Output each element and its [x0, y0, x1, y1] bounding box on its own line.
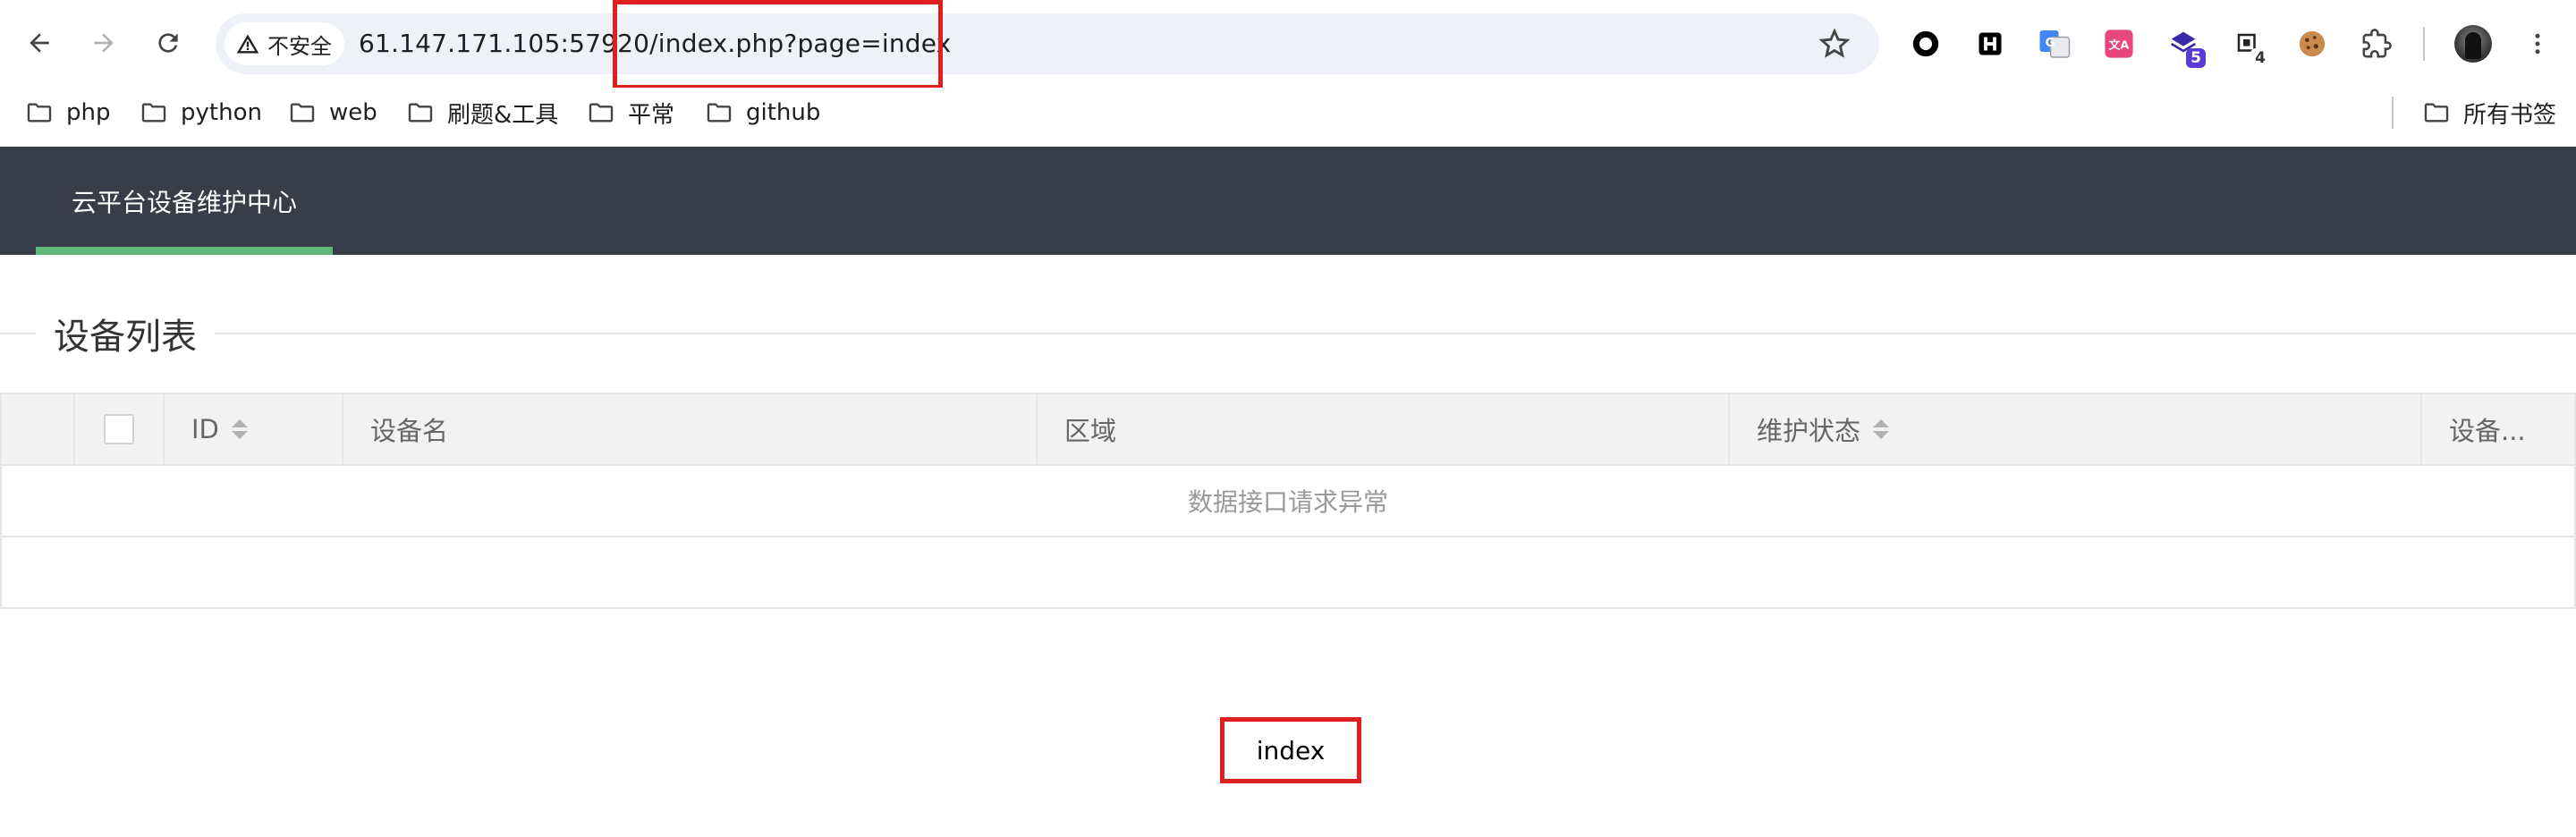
folder-icon — [707, 103, 732, 123]
folder-icon — [141, 103, 166, 123]
extension-circle-record[interactable] — [1905, 23, 1946, 64]
forward-button[interactable] — [82, 21, 125, 64]
column-header-label: 设备... — [2449, 416, 2526, 446]
table-header: ID 设备名 区域 维护状态 设备... — [2, 394, 2574, 466]
folder-icon — [408, 103, 433, 123]
select-all-checkbox[interactable] — [104, 414, 134, 444]
device-table: ID 设备名 区域 维护状态 设备... 数据接口请求异常 — [0, 393, 2576, 609]
translate-icon: G — [2039, 30, 2071, 58]
svg-text:文A: 文A — [2109, 38, 2130, 53]
arrow-right-icon — [94, 33, 114, 53]
bookmark-folder-tools[interactable]: 刷题&工具 — [406, 93, 558, 132]
column-header-label: 维护状态 — [1757, 416, 1861, 446]
bookmark-folder-python[interactable]: python — [140, 93, 262, 132]
extension-stack[interactable]: 5 — [2163, 23, 2206, 68]
section-title-line-left — [0, 333, 36, 334]
bookmarks-bar: php python web 刷题&工具 平常 github 所有书签 — [0, 88, 2576, 147]
reload-icon — [158, 33, 178, 53]
back-button[interactable] — [18, 21, 61, 64]
bookmark-label: python — [181, 99, 262, 126]
zh-a-icon: 文A — [2105, 30, 2133, 58]
address-bar[interactable]: 不安全 61.147.171.105:57920/index.php?page=… — [216, 13, 1879, 74]
warning-icon — [236, 34, 259, 54]
bookmark-label: 刷题&工具 — [447, 101, 559, 129]
bookmarks-divider — [2392, 97, 2394, 129]
cookie-icon — [2299, 30, 2326, 57]
column-header-device-more: 设备... — [2422, 394, 2574, 464]
profile-avatar[interactable] — [2454, 25, 2492, 63]
table-blank-row — [2, 537, 2574, 607]
nav-tab-active-indicator — [36, 247, 333, 255]
extension-cookie[interactable] — [2292, 23, 2333, 64]
star-icon — [1819, 29, 1850, 58]
bookmark-folder-web[interactable]: web — [288, 93, 377, 132]
folder-icon — [589, 103, 614, 123]
column-header-label: 区域 — [1064, 416, 1117, 446]
bookmark-label: 平常 — [628, 101, 675, 129]
sort-icon[interactable] — [231, 419, 248, 439]
extension-badge: 5 — [2186, 48, 2206, 68]
all-bookmarks-label: 所有书签 — [2463, 101, 2557, 129]
folder-icon — [290, 103, 315, 123]
extension-tab[interactable]: 4 — [2227, 23, 2270, 68]
column-header-numbers — [2, 394, 75, 464]
table-empty-row: 数据接口请求异常 — [2, 466, 2574, 537]
browser-toolbar: 不安全 61.147.171.105:57920/index.php?page=… — [0, 0, 2576, 89]
more-vert-icon — [2535, 33, 2540, 55]
reload-button[interactable] — [147, 21, 190, 64]
security-chip[interactable]: 不安全 — [225, 22, 344, 65]
h-icon — [1979, 32, 2002, 55]
bookmark-label: php — [66, 99, 111, 126]
sort-icon[interactable] — [1873, 419, 1890, 439]
section-title: 设备列表 — [54, 308, 197, 359]
nav-tab-label: 云平台设备维护中心 — [71, 187, 297, 217]
url-highlight-box — [613, 0, 943, 89]
page-indicator-box: index — [1220, 717, 1361, 783]
column-header-id[interactable]: ID — [165, 394, 343, 464]
security-label: 不安全 — [267, 33, 332, 59]
bookmark-label: web — [329, 99, 377, 126]
bookmark-folder-php[interactable]: php — [25, 93, 111, 132]
section-title-line-right — [215, 333, 2576, 334]
extension-puzzle[interactable] — [2356, 23, 2397, 64]
browser-menu-button[interactable] — [2524, 23, 2551, 64]
nav-tab-device-center[interactable]: 云平台设备维护中心 — [36, 147, 333, 255]
page-indicator-text: index — [1256, 735, 1326, 765]
extension-zh-a[interactable]: 文A — [2098, 23, 2140, 64]
app-header: 云平台设备维护中心 — [0, 147, 2576, 255]
empty-message: 数据接口请求异常 — [1187, 487, 1388, 517]
column-header-status[interactable]: 维护状态 — [1730, 394, 2422, 464]
arrow-left-icon — [30, 33, 49, 53]
extension-translate[interactable]: G — [2034, 23, 2075, 64]
bookmark-star-button[interactable] — [1817, 26, 1852, 62]
circle-record-icon — [1912, 30, 1939, 57]
column-header-label: 设备名 — [370, 416, 449, 446]
svg-text:G: G — [2046, 36, 2055, 50]
bookmark-label: github — [746, 99, 821, 126]
column-header-checkbox — [75, 394, 165, 464]
bookmark-folder-daily[interactable]: 平常 — [587, 93, 674, 132]
puzzle-icon — [2362, 29, 2392, 58]
folder-icon — [2424, 103, 2449, 123]
extension-badge: 4 — [2250, 48, 2270, 68]
column-header-region: 区域 — [1038, 394, 1730, 464]
all-bookmarks-button[interactable]: 所有书签 — [2422, 93, 2556, 132]
folder-icon — [27, 103, 52, 123]
column-header-label: ID — [191, 414, 219, 444]
toolbar-divider — [2423, 27, 2425, 61]
bookmark-folder-github[interactable]: github — [705, 93, 820, 132]
extension-h[interactable] — [1970, 23, 2011, 64]
column-header-device-name: 设备名 — [343, 394, 1038, 464]
